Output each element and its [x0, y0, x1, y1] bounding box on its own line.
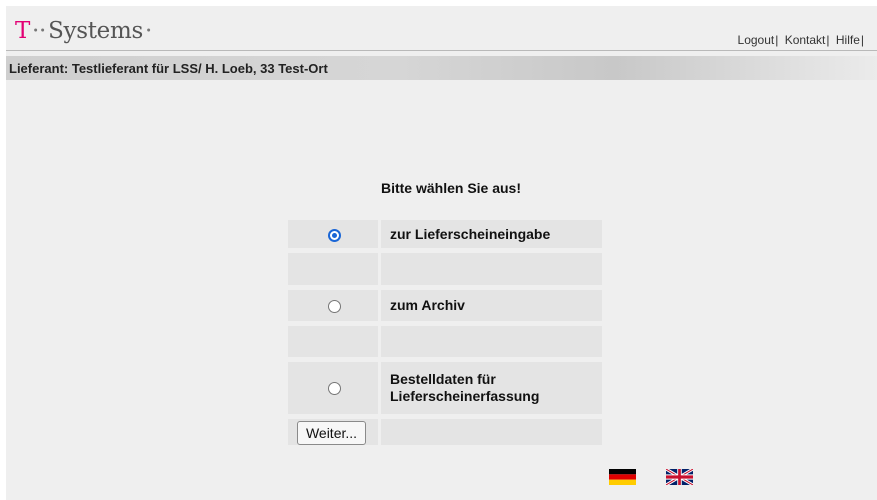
option-label-lieferscheineingabe: zur Lieferscheineingabe — [390, 226, 551, 242]
page: T··Systems· Logout| Kontakt| Hilfe| Lief… — [6, 6, 877, 500]
uk-flag-graphic — [665, 467, 694, 487]
radio-lieferscheineingabe[interactable] — [328, 229, 341, 242]
spacer-cell — [381, 253, 602, 285]
radio-archiv[interactable] — [328, 300, 341, 313]
weiter-button[interactable]: Weiter... — [297, 421, 366, 445]
logo-name: Systems — [48, 18, 143, 44]
spacer-cell — [381, 326, 602, 357]
spacer-cell — [288, 253, 378, 285]
hilfe-link[interactable]: Hilfe — [836, 33, 860, 47]
separator: | — [775, 33, 779, 47]
spacer-cell — [288, 326, 378, 357]
supplier-bar: Lieferant: Testlieferant für LSS/ H. Loe… — [6, 56, 877, 80]
radio-bestelldaten[interactable] — [328, 382, 341, 395]
uk-flag-icon[interactable] — [665, 467, 694, 487]
logo-t: T — [15, 18, 31, 44]
option-label-bestelldaten: Bestelldaten für Lieferscheinerfassung — [390, 371, 540, 404]
logo-tail: · — [145, 18, 153, 44]
logo-dots: ·· — [32, 18, 47, 44]
separator: | — [826, 33, 830, 47]
t-systems-logo: T··Systems· — [15, 18, 154, 44]
empty-cell — [381, 419, 602, 445]
header: T··Systems· Logout| Kontakt| Hilfe| — [6, 6, 877, 51]
selection-title: Bitte wählen Sie aus! — [380, 180, 522, 196]
separator: | — [860, 33, 864, 47]
supplier-label: Lieferant: Testlieferant für LSS/ H. Loe… — [9, 61, 328, 76]
top-links: Logout| Kontakt| Hilfe| — [738, 33, 867, 47]
kontakt-link[interactable]: Kontakt — [785, 33, 826, 47]
option-label-archiv: zum Archiv — [390, 297, 465, 313]
german-flag-graphic — [609, 469, 636, 485]
german-flag-icon[interactable] — [609, 469, 636, 485]
logout-link[interactable]: Logout — [738, 33, 775, 47]
